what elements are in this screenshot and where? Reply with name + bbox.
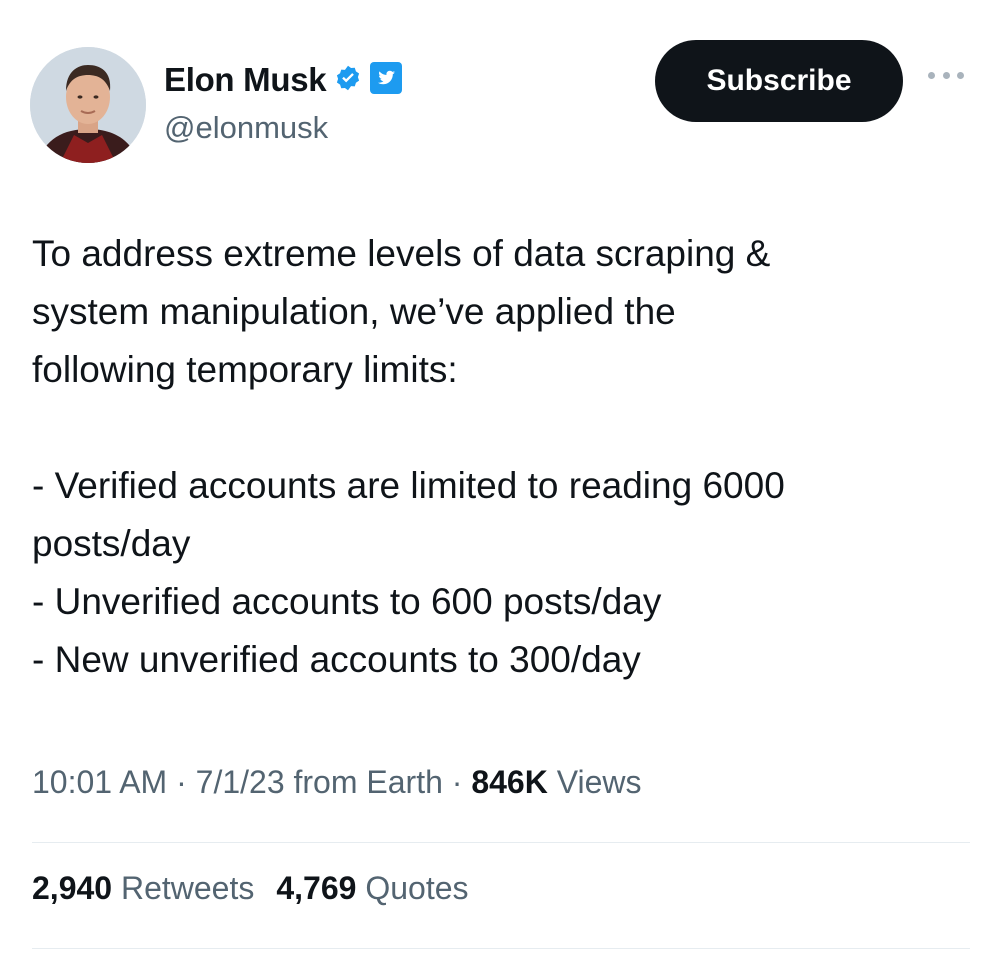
author-handle[interactable]: @elonmusk [164, 110, 328, 146]
retweets-stat[interactable]: 2,940 Retweets [32, 870, 254, 907]
tweet-line: following temporary limits: [32, 349, 458, 390]
meta-separator: · [176, 764, 187, 800]
tweet-line: - Unverified accounts to 600 posts/day [32, 581, 662, 622]
views-label: Views [556, 764, 642, 800]
tweet-meta: 10:01 AM · 7/1/23 from Earth · 846K View… [32, 764, 641, 801]
author-name-row: Elon Musk [164, 58, 403, 102]
retweets-count: 2,940 [32, 870, 113, 906]
tweet-card: Elon Musk @elonmusk Subscribe To address… [0, 0, 1000, 973]
meta-separator: · [451, 764, 463, 800]
tweet-line: posts/day [32, 523, 191, 564]
divider [32, 948, 970, 949]
engagement-stats: 2,940 Retweets 4,769 Quotes [32, 870, 469, 907]
dot [928, 71, 935, 79]
views-count: 846K [471, 764, 548, 800]
divider [32, 842, 970, 843]
twitter-bird-icon [370, 61, 403, 99]
tweet-time[interactable]: 10:01 AM [32, 764, 167, 800]
tweet-date-source: 7/1/23 from Earth [195, 764, 443, 800]
tweet-text: To address extreme levels of data scrapi… [32, 225, 972, 689]
more-horizontal-icon[interactable] [928, 68, 964, 82]
quotes-label: Quotes [365, 870, 469, 906]
verified-badge-icon [334, 64, 362, 97]
quotes-count: 4,769 [276, 870, 357, 906]
author-display-name[interactable]: Elon Musk [164, 61, 327, 99]
subscribe-button[interactable]: Subscribe [655, 40, 903, 122]
dot [942, 71, 950, 79]
dot [957, 71, 964, 79]
profile-photo-icon [30, 47, 146, 163]
quotes-stat[interactable]: 4,769 Quotes [276, 870, 468, 907]
retweets-label: Retweets [120, 870, 255, 906]
tweet-line: - New unverified accounts to 300/day [32, 639, 641, 680]
tweet-line: system manipulation, we’ve applied the [32, 291, 676, 332]
tweet-line: To address extreme levels of data scrapi… [32, 233, 771, 274]
avatar[interactable] [30, 47, 146, 163]
tweet-line: - Verified accounts are limited to readi… [32, 465, 785, 506]
